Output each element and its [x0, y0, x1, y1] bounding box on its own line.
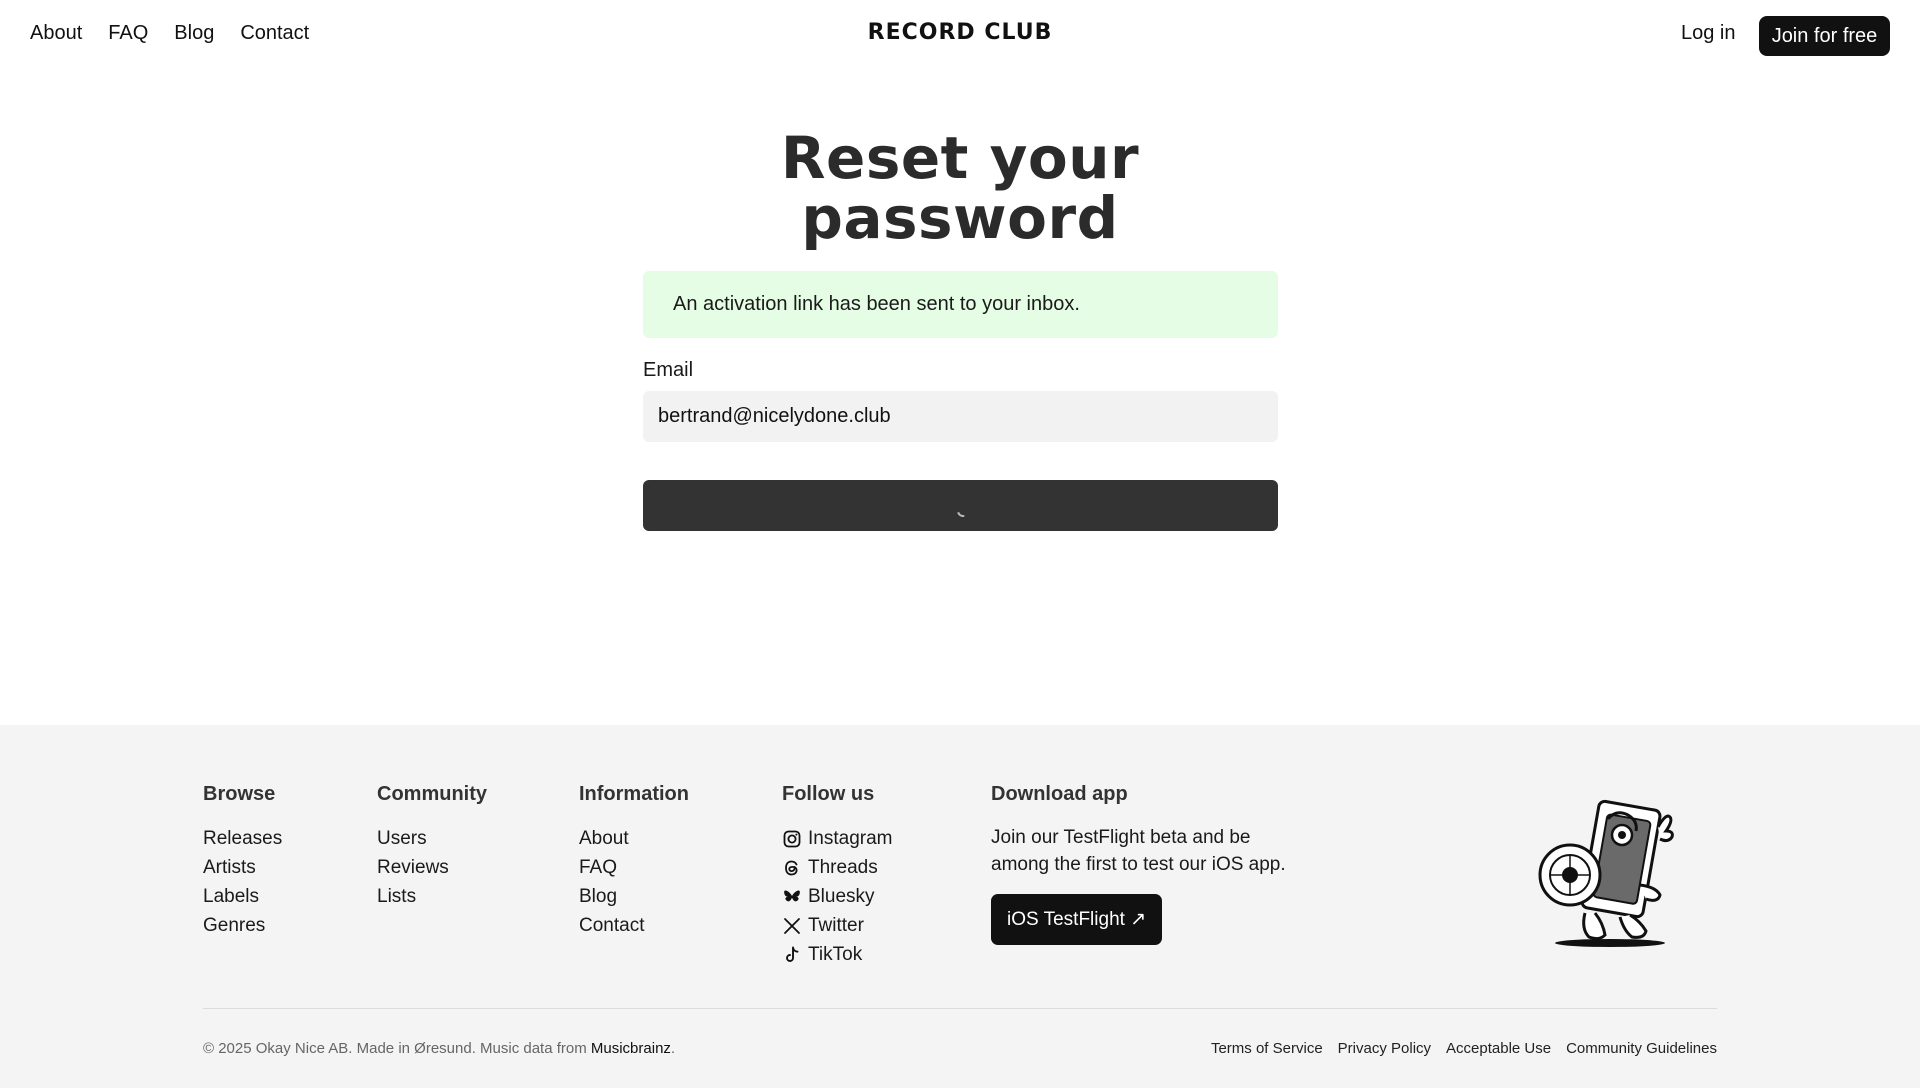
site-logo[interactable]: RECORD CLUB: [868, 20, 1053, 45]
bluesky-icon: [784, 890, 800, 901]
join-button[interactable]: Join for free: [1759, 16, 1890, 56]
privacy-policy-link[interactable]: Privacy Policy: [1338, 1040, 1431, 1057]
page-title-line-1: Reset your: [780, 124, 1140, 192]
page-title-line-2: password: [801, 184, 1119, 252]
footer-link-labels[interactable]: Labels: [203, 882, 282, 911]
social-link-threads[interactable]: Threads: [782, 853, 892, 882]
footer-link-faq[interactable]: FAQ: [579, 853, 689, 882]
musicbrainz-link[interactable]: Musicbrainz: [591, 1040, 671, 1057]
social-link-twitter[interactable]: Twitter: [782, 911, 892, 940]
social-label-tiktok: TikTok: [808, 944, 863, 965]
email-field[interactable]: [643, 391, 1278, 442]
main-nav: About FAQ Blog Contact: [30, 22, 309, 45]
footer-download-column: Download app Join our TestFlight beta an…: [991, 783, 1291, 945]
footer-download-heading: Download app: [991, 783, 1128, 805]
footer-link-about[interactable]: About: [579, 824, 689, 853]
footer-link-reviews[interactable]: Reviews: [377, 853, 487, 882]
footer-link-users[interactable]: Users: [377, 824, 487, 853]
terms-of-service-link[interactable]: Terms of Service: [1211, 1040, 1323, 1057]
x-twitter-icon: [784, 917, 800, 934]
tiktok-icon: [786, 946, 799, 962]
footer-browse-column: Browse Releases Artists Labels Genres: [203, 783, 282, 940]
email-label: Email: [643, 359, 694, 381]
nav-faq-link[interactable]: FAQ: [108, 22, 148, 45]
nav-about-link[interactable]: About: [30, 22, 82, 45]
footer-follow-column: Follow us Instagram Threads Bluesky Twit…: [782, 783, 892, 969]
social-link-tiktok[interactable]: TikTok: [782, 940, 892, 969]
page-title: Reset your password: [0, 128, 1920, 248]
copyright-suffix: .: [670, 1040, 676, 1057]
footer-link-releases[interactable]: Releases: [203, 824, 282, 853]
nav-contact-link[interactable]: Contact: [240, 22, 309, 45]
social-label-twitter: Twitter: [808, 915, 864, 936]
footer-browse-heading: Browse: [203, 783, 276, 805]
social-label-instagram: Instagram: [808, 828, 893, 849]
footer-information-heading: Information: [579, 783, 689, 805]
social-label-bluesky: Bluesky: [808, 886, 875, 907]
speaker-mascot-illustration: [1538, 799, 1674, 947]
instagram-icon: [783, 830, 801, 847]
ios-testflight-button[interactable]: iOS TestFlight ↗: [991, 894, 1163, 945]
footer-link-blog[interactable]: Blog: [579, 882, 689, 911]
footer-link-contact[interactable]: Contact: [579, 911, 689, 940]
site-footer: Browse Releases Artists Labels Genres Co…: [0, 725, 1920, 1088]
social-link-bluesky[interactable]: Bluesky: [782, 882, 892, 911]
community-guidelines-link[interactable]: Community Guidelines: [1566, 1040, 1717, 1057]
footer-community-heading: Community: [377, 783, 487, 805]
nav-blog-link[interactable]: Blog: [174, 22, 214, 45]
footer-information-column: Information About FAQ Blog Contact: [579, 783, 689, 940]
footer-link-lists[interactable]: Lists: [377, 882, 487, 911]
copyright-prefix: © 2025 Okay Nice AB. Made in Øresund. Mu…: [203, 1040, 591, 1057]
top-navigation: About FAQ Blog Contact RECORD CLUB Log i…: [0, 0, 1920, 70]
legal-links: Terms of Service Privacy Policy Acceptab…: [1211, 1040, 1717, 1057]
acceptable-use-link[interactable]: Acceptable Use: [1446, 1040, 1551, 1057]
footer-link-artists[interactable]: Artists: [203, 853, 282, 882]
footer-link-genres[interactable]: Genres: [203, 911, 282, 940]
footer-community-column: Community Users Reviews Lists: [377, 783, 487, 911]
copyright-text: © 2025 Okay Nice AB. Made in Øresund. Mu…: [203, 1040, 675, 1057]
login-link[interactable]: Log in: [1681, 22, 1736, 45]
testflight-description: Join our TestFlight beta and be among th…: [991, 827, 1286, 875]
social-label-threads: Threads: [808, 857, 878, 878]
threads-icon: [785, 860, 798, 875]
footer-divider: [203, 1008, 1717, 1009]
footer-follow-heading: Follow us: [782, 783, 875, 805]
success-notice: An activation link has been sent to your…: [643, 271, 1278, 338]
social-link-instagram[interactable]: Instagram: [782, 824, 892, 853]
